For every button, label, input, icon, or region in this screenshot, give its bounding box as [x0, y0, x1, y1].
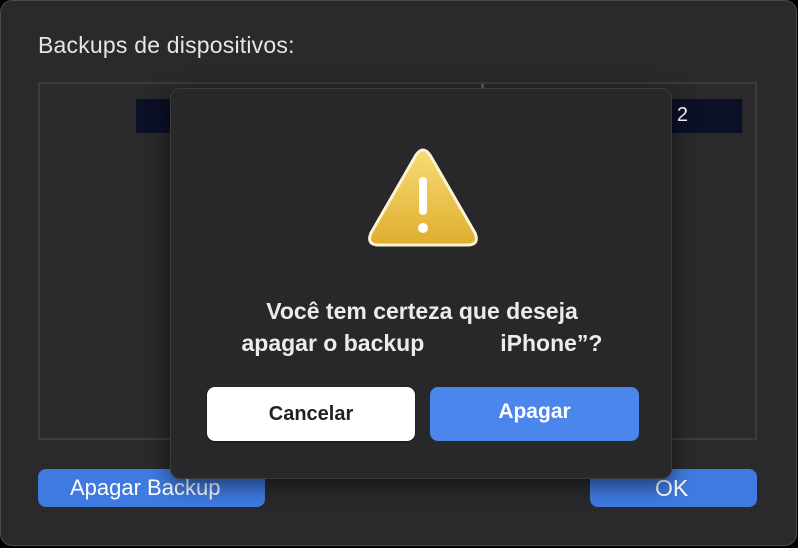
alert-message-line2: apagar o backup iPhone”?: [201, 327, 643, 359]
backup-date-cell: 2: [676, 104, 688, 126]
delete-confirmation-alert: Você tem certeza que deseja apagar o bac…: [170, 88, 672, 479]
confirm-delete-button[interactable]: Apagar: [430, 387, 639, 441]
ok-label: OK: [655, 475, 689, 501]
device-backups-label: Backups de dispositivos:: [38, 32, 295, 58]
alert-message-line2-start: apagar o backup: [241, 330, 425, 356]
alert-message-line1: Você tem certeza que deseja: [266, 298, 578, 324]
alert-message-line2-end: iPhone”?: [500, 330, 603, 356]
cancel-button[interactable]: Cancelar: [207, 387, 415, 441]
warning-icon: [368, 148, 478, 247]
alert-message: Você tem certeza que deseja apagar o bac…: [201, 295, 643, 359]
